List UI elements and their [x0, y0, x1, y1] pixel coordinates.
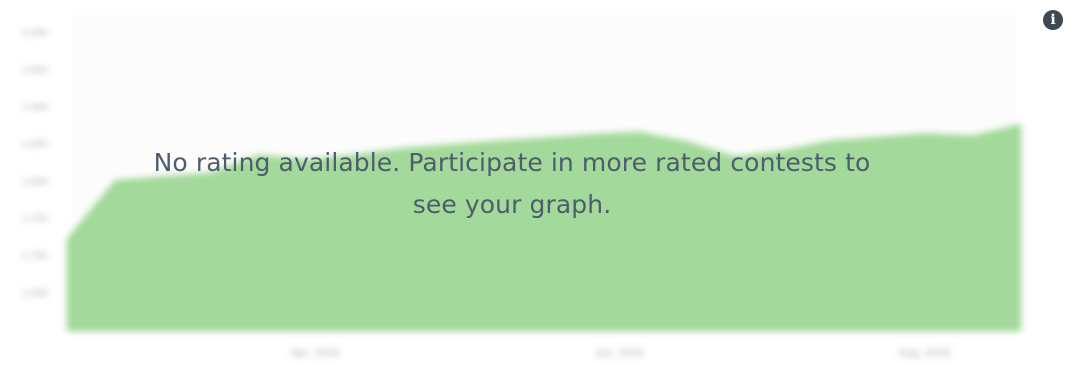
y-tick-label: 1,650	[22, 289, 48, 299]
x-tick-label: Apr, 2016	[291, 348, 340, 359]
rating-graph-panel: 2,000 1,950 1,900 1,850 1,800 1,750 1,700 1,650…	[0, 0, 1072, 365]
y-tick-label: 1,750	[22, 214, 48, 224]
y-tick-label: 1,800	[22, 177, 48, 187]
x-tick-label: Aug, 2016	[899, 348, 950, 359]
x-axis-ticks: Apr, 2016 Jun, 2016 Aug, 2016	[291, 348, 951, 359]
y-axis-ticks: 2,000 1,950 1,900 1,850 1,800 1,750 1,700 1,650	[22, 29, 48, 299]
y-tick-label: 2,000	[22, 29, 48, 39]
x-tick-label: Jun, 2016	[595, 348, 643, 359]
no-rating-message: No rating available. Participate in more…	[153, 148, 871, 219]
y-tick-label: 1,950	[22, 66, 48, 76]
y-tick-label: 1,700	[22, 252, 48, 262]
info-icon[interactable]: i	[1043, 10, 1063, 30]
y-tick-label: 1,850	[22, 140, 48, 150]
y-tick-label: 1,900	[22, 103, 48, 113]
